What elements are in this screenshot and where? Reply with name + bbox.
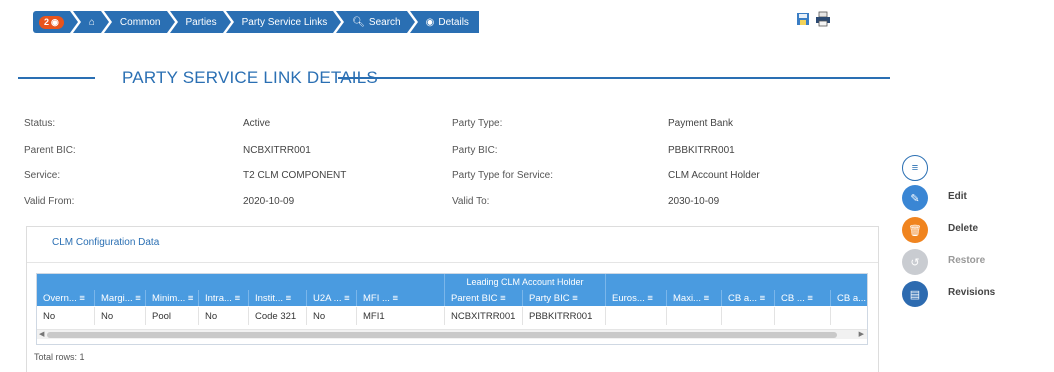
group-header-leading-clm: Leading CLM Account Holder (444, 274, 605, 290)
service-value: T2 CLM COMPONENT (243, 170, 347, 181)
delete-button[interactable]: 🗑︎ Delete (902, 217, 978, 243)
party-type-label: Party Type: (452, 118, 503, 129)
breadcrumb-common[interactable]: Common (103, 11, 175, 33)
title-divider (18, 77, 95, 79)
breadcrumb-details: ◉ Details (409, 11, 479, 33)
history-badge[interactable]: 2 ◉ (39, 15, 64, 29)
column-header[interactable]: Intra... ≡ (198, 290, 248, 306)
column-header[interactable]: Instit... ≡ (248, 290, 306, 306)
menu-button[interactable]: ≡ (902, 155, 928, 181)
scroll-right-icon[interactable]: ▶ (859, 330, 864, 340)
column-header[interactable]: CB a... (830, 290, 867, 306)
breadcrumb-history[interactable]: 2 ◉ (33, 11, 78, 33)
table-cell: NCBXITRR001 (444, 307, 522, 325)
list-icon: ≡ (902, 155, 928, 181)
eye-icon: ◉ (51, 16, 59, 27)
breadcrumb-party-service-links[interactable]: Party Service Links (225, 11, 341, 33)
table-cell: MFI1 (356, 307, 444, 325)
party-bic-label: Party BIC: (452, 145, 498, 156)
scrollbar-thumb[interactable] (47, 332, 837, 338)
clm-section-title[interactable]: CLM Configuration Data (52, 237, 159, 248)
party-bic-value: PBBKITRR001 (668, 145, 735, 156)
valid-from-label: Valid From: (24, 196, 75, 207)
table-cell (774, 307, 830, 325)
table-group-header: Leading CLM Account Holder (37, 274, 867, 290)
table-cell: No (306, 307, 356, 325)
database-icon: ▤ (902, 281, 928, 307)
valid-to-label: Valid To: (452, 196, 490, 207)
column-header[interactable]: Parent BIC ≡ (444, 290, 522, 306)
breadcrumb-search[interactable]: 🔍︎ Search (336, 11, 416, 33)
table-cell: PBBKITRR001 (522, 307, 605, 325)
total-rows: Total rows: 1 (34, 352, 85, 362)
table-cell (721, 307, 774, 325)
table-row[interactable]: No No Pool No Code 321 No MFI1 NCBXITRR0… (37, 307, 867, 325)
search-icon: 🔍︎ (352, 16, 365, 28)
table-cell: No (43, 310, 56, 322)
table-cell (666, 307, 721, 325)
scroll-left-icon[interactable]: ◀ (39, 330, 44, 340)
valid-to-value: 2030-10-09 (668, 196, 720, 207)
table-cell: Code 321 (248, 307, 306, 325)
column-header[interactable]: Maxi... ≡ (666, 290, 721, 306)
parent-bic-value: NCBXITRR001 (243, 145, 311, 156)
breadcrumb: 2 ◉ ⌂ Common Parties Party Service Links… (33, 11, 482, 33)
toolbar-icons (796, 11, 832, 27)
column-header[interactable]: Party BIC ≡ (522, 290, 605, 306)
column-header[interactable]: CB ... ≡ (774, 290, 830, 306)
edit-icon: ✎ (902, 185, 928, 211)
table-cell: Pool (145, 307, 198, 325)
column-header[interactable]: Margi... ≡ (94, 290, 145, 306)
horizontal-scrollbar[interactable]: ◀ ▶ (37, 329, 867, 339)
eye-icon: ◉ (425, 16, 435, 28)
clm-table: Leading CLM Account Holder Overn... ≡ Ma… (36, 273, 868, 345)
revisions-button[interactable]: ▤ Revisions (902, 281, 995, 307)
column-header[interactable]: CB a... ≡ (721, 290, 774, 306)
breadcrumb-parties[interactable]: Parties (169, 11, 231, 33)
trash-icon: 🗑︎ (902, 217, 928, 243)
column-header[interactable]: Minim... ≡ (145, 290, 198, 306)
parent-bic-label: Parent BIC: (24, 145, 76, 156)
table-cell (605, 307, 666, 325)
edit-button[interactable]: ✎ Edit (902, 185, 967, 211)
column-header[interactable]: U2A ... ≡ (306, 290, 356, 306)
save-icon[interactable] (796, 11, 810, 27)
service-label: Service: (24, 170, 61, 181)
home-icon: ⌂ (88, 16, 95, 28)
party-type-service-label: Party Type for Service: (452, 170, 553, 181)
status-label: Status: (24, 118, 56, 129)
party-type-service-value: CLM Account Holder (668, 170, 760, 181)
status-value: Active (243, 118, 271, 129)
table-cell: No (94, 307, 145, 325)
restore-button[interactable]: ↺ Restore (902, 249, 985, 275)
title-divider (338, 77, 890, 79)
party-type-value: Payment Bank (668, 118, 734, 129)
valid-from-value: 2020-10-09 (243, 196, 295, 207)
column-header[interactable]: Euros... ≡ (605, 290, 666, 306)
column-header[interactable]: Overn... ≡ (37, 290, 94, 306)
column-header[interactable]: MFI ... ≡ (356, 290, 444, 306)
table-header-row: Overn... ≡ Margi... ≡ Minim... ≡ Intra..… (37, 290, 867, 306)
table-cell: No (198, 307, 248, 325)
table-cell (830, 307, 867, 325)
group-header-empty (605, 274, 867, 290)
section-divider (27, 262, 878, 263)
print-icon[interactable] (814, 11, 832, 27)
page-title-row: PARTY SERVICE LINK DETAILS (18, 68, 890, 88)
restore-icon: ↺ (902, 249, 928, 275)
